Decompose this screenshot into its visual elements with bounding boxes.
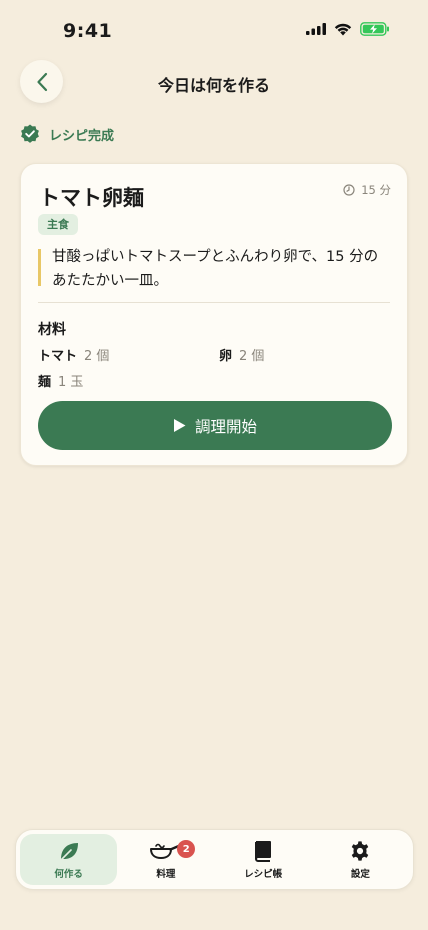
tab-cooking[interactable]: 料理 2 — [117, 834, 214, 885]
wifi-icon — [334, 23, 352, 35]
battery-charging-icon — [360, 22, 389, 36]
ingredient-name: トマト — [38, 349, 78, 364]
bottom-tab-bar: 何作る 料理 2 レシピ帳 設定 — [15, 829, 414, 890]
recipe-complete-status: レシピ完成 — [20, 124, 114, 144]
gear-icon — [352, 840, 369, 861]
play-icon — [173, 419, 186, 432]
divider — [38, 302, 390, 303]
tab-label: 何作る — [54, 868, 83, 880]
category-tag: 主食 — [38, 214, 78, 235]
status-time: 9:41 — [63, 20, 113, 42]
recipe-title: トマト卵麺 — [39, 186, 144, 210]
tab-label: レシピ帳 — [244, 868, 283, 880]
page-title: 今日は何を作る — [157, 76, 270, 95]
recipe-status-label: レシピ完成 — [49, 128, 115, 144]
ingredient-item: 卵 2 個 — [219, 345, 264, 364]
ingredient-qty: 2 個 — [239, 349, 265, 364]
tab-label: 料理 — [156, 868, 176, 880]
ingredient-qty: 1 玉 — [58, 375, 84, 390]
ingredient-item: トマト 2 個 — [38, 345, 109, 364]
tab-settings[interactable]: 設定 — [312, 834, 409, 885]
cook-time-label: 15 分 — [361, 183, 391, 197]
verified-badge-icon — [21, 124, 39, 143]
status-icons — [306, 22, 390, 36]
tab-recipe-book[interactable]: レシピ帳 — [215, 834, 312, 885]
recipe-card: トマト卵麺 15 分 主食 甘酸っぱいトマトスープとふんわり卵で、15 分のあた… — [20, 163, 408, 466]
cook-time: 15 分 — [343, 182, 391, 198]
ingredient-name: 麺 — [38, 375, 52, 390]
recipe-description: 甘酸っぱいトマトスープとふんわり卵で、15 分のあたたかい一皿。 — [38, 249, 390, 289]
book-icon — [255, 840, 272, 862]
tab-label: 設定 — [350, 868, 370, 880]
ingredient-item: 麺 1 玉 — [38, 371, 83, 390]
clock-icon — [343, 184, 355, 196]
tab-what-to-make[interactable]: 何作る — [20, 834, 118, 885]
start-cooking-button[interactable]: 調理開始 — [38, 401, 392, 450]
recipe-description-text: 甘酸っぱいトマトスープとふんわり卵で、15 分のあたたかい一皿。 — [52, 249, 379, 289]
ingredients-heading: 材料 — [38, 322, 66, 338]
cellular-signal-icon — [306, 23, 326, 35]
start-cooking-label: 調理開始 — [194, 417, 257, 436]
notification-badge: 2 — [177, 840, 196, 858]
status-bar: 9:41 — [0, 0, 428, 54]
leaf-icon — [59, 842, 78, 861]
ingredient-name: 卵 — [219, 349, 233, 364]
ingredient-qty: 2 個 — [84, 349, 110, 364]
